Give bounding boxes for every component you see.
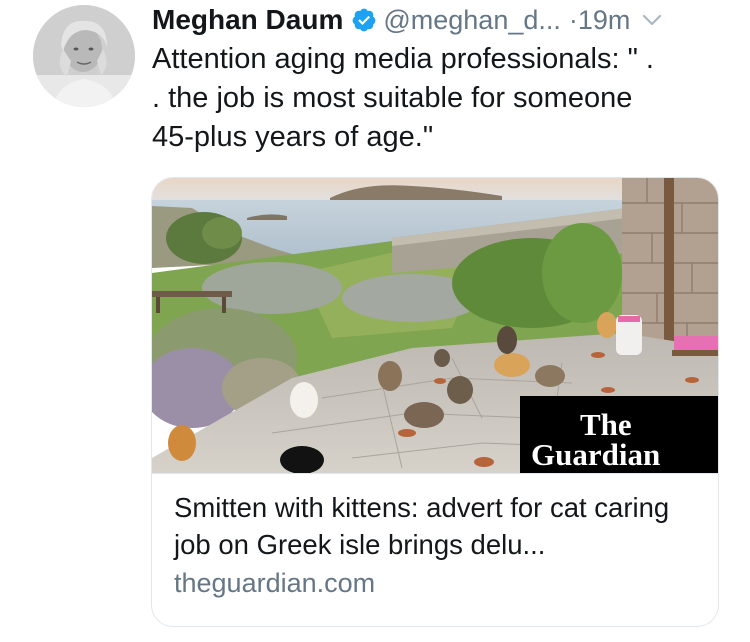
author-avatar[interactable] (33, 5, 135, 107)
author-handle[interactable]: @meghan_d... (383, 5, 561, 36)
guardian-wordmark: The Guardian (531, 407, 660, 472)
author-display-name[interactable]: Meghan Daum (152, 4, 343, 36)
card-title[interactable]: Smitten with kittens: advert for cat car… (174, 489, 699, 563)
tweet-timestamp[interactable]: ·19m (569, 5, 631, 36)
avatar-photo (33, 5, 135, 107)
guardian-logo: The Guardian (520, 396, 718, 473)
card-body: Smitten with kittens: advert for cat car… (152, 473, 718, 626)
chevron-down-icon[interactable] (640, 8, 664, 32)
card-domain[interactable]: theguardian.com (174, 568, 375, 599)
tweet-header: Meghan Daum @meghan_d... ·19m (152, 0, 722, 40)
link-preview-card[interactable]: The Guardian Smitten with kittens: adver… (151, 177, 719, 627)
tweet-text: Attention aging media professionals: " .… (152, 43, 654, 153)
verified-badge-icon (352, 8, 376, 32)
guardian-wordmark-line2: Guardian (531, 437, 660, 472)
